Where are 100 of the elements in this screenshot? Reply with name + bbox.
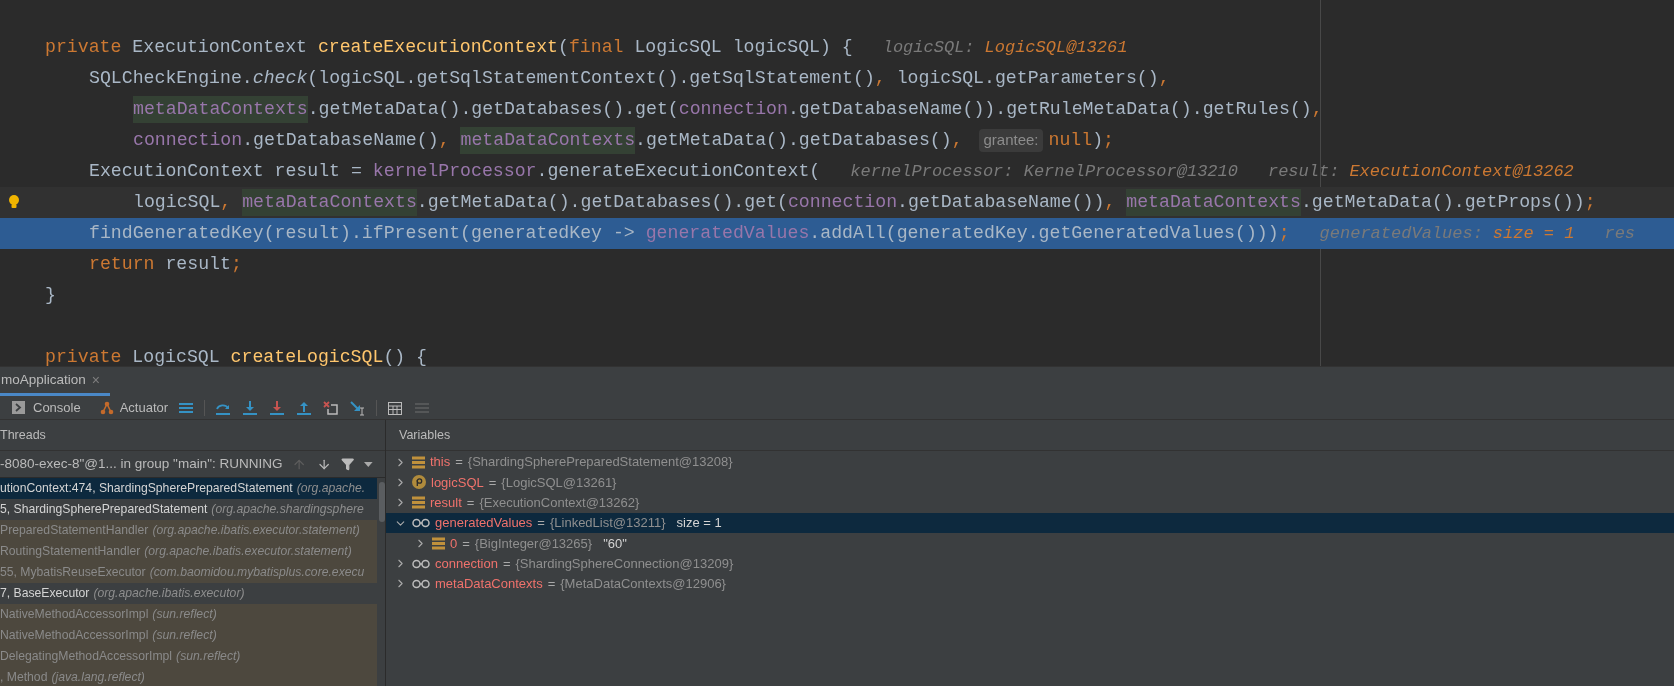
field-reference: metaDataContexts — [1126, 188, 1301, 217]
code-text: .generateExecutionContext( — [536, 159, 821, 183]
stack-frame[interactable]: NativeMethodAccessorImpl (sun.reflect) — [0, 625, 377, 646]
code-text: .getDatabaseName()).getRuleMetaData().getRules() — [787, 97, 1312, 121]
calculator-icon[interactable] — [386, 399, 405, 416]
code-keyword: ; — [1103, 128, 1115, 152]
variable-name: this — [430, 453, 451, 472]
variable-value: {LinkedList@13211} — [549, 514, 666, 533]
stack-frame[interactable]: utionContext:474, ShardingSpherePreparedStatement (org.apache. — [0, 478, 377, 499]
inline-hint: result: — [1267, 160, 1340, 183]
nodes-icon — [99, 400, 114, 415]
variable-row[interactable]: metaDataContexts = {MetaDataContexts@12906} — [386, 573, 1674, 595]
method-name: createExecutionContext — [317, 35, 558, 59]
variable-name: generatedValues — [435, 514, 533, 533]
glasses-icon — [412, 558, 430, 569]
variable-row[interactable]: generatedValues = {LinkedList@13211} size = 1 — [386, 512, 1674, 534]
equals-sign: = — [547, 575, 556, 594]
variable-name: 0 — [450, 534, 458, 553]
code-keyword: private — [45, 345, 123, 366]
stack-icon — [432, 536, 445, 550]
variable-value: {BigInteger@13265} — [474, 534, 593, 553]
variable-row[interactable]: 0 = {BigInteger@13265} "60" — [386, 533, 1674, 554]
code-text: logicSQL.getParameters() — [896, 66, 1159, 90]
code-text: .getMetaData().getDatabases() — [635, 128, 952, 152]
variable-name: logicSQL — [431, 473, 484, 492]
stack-frame[interactable]: , Method (java.lang.reflect) — [0, 667, 377, 686]
equals-sign: = — [488, 473, 497, 492]
inline-hint: kernelProcessor: KernelProcessor@13210 — [850, 160, 1238, 183]
variable-value: {LogicSQL@13261} — [501, 473, 617, 492]
panel-title: Threads — [0, 426, 46, 444]
stack-frame[interactable]: 55, MybatisReuseExecutor (com.baomidou.mybatisplus.core.execu — [0, 562, 377, 583]
caret-icon[interactable] — [364, 461, 373, 467]
variable-extra: "60" — [603, 534, 627, 553]
code-keyword: final — [568, 35, 625, 59]
variable-value: {MetaDataContexts@12906} — [560, 575, 726, 594]
code-text: ExecutionContext — [132, 35, 308, 59]
equals-sign: = — [462, 534, 470, 553]
inline-hint: generatedValues: — [1319, 222, 1483, 245]
variable-row[interactable]: logicSQL = {LogicSQL@13261} — [386, 472, 1674, 493]
variable-row[interactable]: this = {ShardingSpherePreparedStatement@13208} — [386, 452, 1674, 473]
parameter-hint: grantee: — [979, 129, 1043, 152]
inline-hint-value: size = 1 — [1492, 222, 1575, 245]
variable-name: connection — [435, 554, 498, 573]
code-keyword: null — [1048, 128, 1093, 152]
code-text: .getDatabaseName()) — [897, 190, 1105, 214]
code-text: ExecutionContext result = — [89, 159, 363, 183]
step-out-icon[interactable] — [295, 399, 314, 416]
equals-sign: = — [537, 514, 545, 533]
code-keyword: , — [874, 66, 887, 90]
variable-extra: size = 1 — [676, 514, 722, 533]
field-reference: connection — [678, 97, 788, 121]
inline-hint-value: LogicSQL@13261 — [984, 36, 1128, 59]
code-text: .getMetaData().getDatabases().get( — [416, 190, 788, 214]
code-keyword: return — [89, 252, 156, 276]
lightbulb-icon[interactable] — [8, 194, 20, 210]
method-name: createLogicSQL — [230, 345, 384, 366]
force-step-into-icon[interactable] — [268, 399, 287, 416]
parameter-icon — [412, 475, 426, 490]
field-reference: metaDataContexts — [133, 95, 308, 124]
code-keyword: , — [1158, 66, 1170, 90]
filter-icon[interactable] — [341, 457, 355, 471]
code-text: logicSQL — [133, 190, 221, 214]
variable-row[interactable]: result = {ExecutionContext@13262} — [386, 492, 1674, 513]
close-icon[interactable]: × — [91, 369, 100, 391]
code-text: ( — [558, 35, 569, 59]
panel-title: Variables — [399, 426, 451, 444]
code-text: LogicSQL — [132, 345, 221, 366]
stack-frame[interactable]: NativeMethodAccessorImpl (sun.reflect) — [0, 604, 377, 625]
field-reference: connection — [787, 190, 898, 214]
code-text: .getDatabaseName() — [242, 128, 439, 152]
method-call: check — [252, 66, 308, 90]
stack-frame[interactable]: RoutingStatementHandler (org.apache.ibatis.executor.statement) — [0, 541, 377, 562]
variable-row[interactable]: connection = {ShardingSphereConnection@13209} — [386, 553, 1674, 574]
code-text: LogicSQL logicSQL) { — [634, 35, 853, 59]
console-tab[interactable]: Console — [12, 396, 81, 419]
code-text: .getMetaData().getProps()) — [1300, 190, 1585, 214]
field-reference: metaDataContexts — [460, 126, 636, 155]
scrollbar[interactable] — [379, 482, 385, 522]
inline-hint: logicSQL: — [882, 36, 975, 59]
inline-hint: res — [1604, 222, 1636, 245]
stack-frame[interactable]: DelegatingMethodAccessorImpl (sun.reflect) — [0, 646, 377, 667]
field-reference: metaDataContexts — [242, 188, 417, 217]
actuator-tab[interactable]: Actuator — [99, 396, 169, 419]
inline-hint-value: ExecutionContext@13262 — [1349, 160, 1574, 183]
code-text: (logicSQL.getSqlStatementContext().getSqlStatement() — [307, 66, 875, 90]
code-text: .addAll(generatedKey.getGeneratedValues())) — [809, 221, 1279, 245]
stack-frame[interactable]: PreparedStatementHandler (org.apache.ibatis.executor.statement) — [0, 520, 377, 541]
step-into-icon[interactable] — [241, 399, 260, 416]
code-keyword: , — [1311, 97, 1323, 121]
code-text: findGeneratedKey(result).ifPresent(generatedKey -> — [89, 221, 636, 245]
equals-sign: = — [455, 453, 463, 472]
drop-frame-icon[interactable] — [322, 399, 341, 416]
field-reference: connection — [133, 128, 243, 152]
glasses-icon — [412, 578, 430, 589]
field-reference: generatedValues — [645, 221, 810, 245]
stack-icon — [412, 455, 425, 469]
code-keyword: , — [951, 128, 964, 152]
code-keyword: ; — [1584, 190, 1596, 214]
code-keyword: private — [45, 35, 123, 59]
code-text: ) — [1092, 128, 1104, 152]
